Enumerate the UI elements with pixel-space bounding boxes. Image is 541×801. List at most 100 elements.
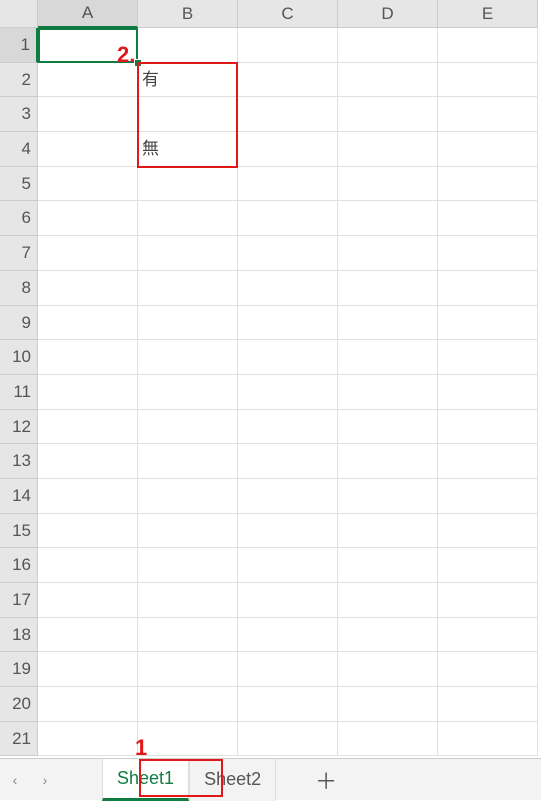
cell-D16[interactable] [338, 548, 438, 583]
cell-C20[interactable] [238, 687, 338, 722]
cell-E20[interactable] [438, 687, 538, 722]
cell-E6[interactable] [438, 201, 538, 236]
cell-A9[interactable] [38, 306, 138, 341]
cell-A18[interactable] [38, 618, 138, 653]
cell-D14[interactable] [338, 479, 438, 514]
cell-A16[interactable] [38, 548, 138, 583]
cell-C16[interactable] [238, 548, 338, 583]
cell-D9[interactable] [338, 306, 438, 341]
cell-C3[interactable] [238, 97, 338, 132]
cell-A12[interactable] [38, 410, 138, 445]
tab-sheet1[interactable]: Sheet1 [102, 759, 189, 801]
cell-E8[interactable] [438, 271, 538, 306]
cell-B3[interactable] [138, 97, 238, 132]
row-header-2[interactable]: 2 [0, 63, 38, 98]
cell-B10[interactable] [138, 340, 238, 375]
cell-D2[interactable] [338, 63, 438, 98]
cell-C2[interactable] [238, 63, 338, 98]
add-sheet-button[interactable]: ＋ [306, 759, 346, 801]
cell-A17[interactable] [38, 583, 138, 618]
cell-D7[interactable] [338, 236, 438, 271]
row-header-5[interactable]: 5 [0, 167, 38, 202]
cell-A4[interactable] [38, 132, 138, 167]
row-header-4[interactable]: 4 [0, 132, 38, 167]
fill-handle[interactable] [134, 59, 142, 67]
cell-E1[interactable] [438, 28, 538, 63]
cell-C17[interactable] [238, 583, 338, 618]
cell-C4[interactable] [238, 132, 338, 167]
cell-B4[interactable]: 無 [138, 132, 238, 167]
cell-D17[interactable] [338, 583, 438, 618]
cell-B5[interactable] [138, 167, 238, 202]
select-all-corner[interactable] [0, 0, 38, 28]
cell-A11[interactable] [38, 375, 138, 410]
cell-A6[interactable] [38, 201, 138, 236]
row-header-19[interactable]: 19 [0, 652, 38, 687]
row-header-12[interactable]: 12 [0, 410, 38, 445]
cell-E12[interactable] [438, 410, 538, 445]
cell-A14[interactable] [38, 479, 138, 514]
cell-B8[interactable] [138, 271, 238, 306]
row-header-14[interactable]: 14 [0, 479, 38, 514]
cell-A20[interactable] [38, 687, 138, 722]
cell-A3[interactable] [38, 97, 138, 132]
cell-E17[interactable] [438, 583, 538, 618]
cell-C1[interactable] [238, 28, 338, 63]
cell-E4[interactable] [438, 132, 538, 167]
cell-E16[interactable] [438, 548, 538, 583]
cell-E13[interactable] [438, 444, 538, 479]
cell-E18[interactable] [438, 618, 538, 653]
row-header-21[interactable]: 21 [0, 722, 38, 757]
cell-C10[interactable] [238, 340, 338, 375]
row-header-6[interactable]: 6 [0, 201, 38, 236]
cell-E5[interactable] [438, 167, 538, 202]
cell-C5[interactable] [238, 167, 338, 202]
prev-sheet-button[interactable]: ‹ [0, 759, 30, 801]
cell-E3[interactable] [438, 97, 538, 132]
cell-C6[interactable] [238, 201, 338, 236]
cell-C13[interactable] [238, 444, 338, 479]
cell-B17[interactable] [138, 583, 238, 618]
cell-C15[interactable] [238, 514, 338, 549]
cell-A1[interactable] [38, 28, 138, 63]
row-header-3[interactable]: 3 [0, 97, 38, 132]
cell-E21[interactable] [438, 722, 538, 757]
tab-sheet2[interactable]: Sheet2 [189, 759, 276, 801]
cell-A2[interactable] [38, 63, 138, 98]
row-header-13[interactable]: 13 [0, 444, 38, 479]
cell-B20[interactable] [138, 687, 238, 722]
row-header-9[interactable]: 9 [0, 306, 38, 341]
cell-C18[interactable] [238, 618, 338, 653]
cell-A15[interactable] [38, 514, 138, 549]
cell-D11[interactable] [338, 375, 438, 410]
cell-B12[interactable] [138, 410, 238, 445]
row-header-16[interactable]: 16 [0, 548, 38, 583]
row-header-11[interactable]: 11 [0, 375, 38, 410]
cell-C14[interactable] [238, 479, 338, 514]
cell-E15[interactable] [438, 514, 538, 549]
cell-B1[interactable] [138, 28, 238, 63]
cell-D6[interactable] [338, 201, 438, 236]
cell-B15[interactable] [138, 514, 238, 549]
cell-B7[interactable] [138, 236, 238, 271]
cell-C9[interactable] [238, 306, 338, 341]
cell-A13[interactable] [38, 444, 138, 479]
cell-D10[interactable] [338, 340, 438, 375]
cell-A21[interactable] [38, 722, 138, 757]
cell-B9[interactable] [138, 306, 238, 341]
cell-D15[interactable] [338, 514, 438, 549]
cell-D1[interactable] [338, 28, 438, 63]
cell-C12[interactable] [238, 410, 338, 445]
row-header-10[interactable]: 10 [0, 340, 38, 375]
cell-A7[interactable] [38, 236, 138, 271]
cell-D13[interactable] [338, 444, 438, 479]
row-header-15[interactable]: 15 [0, 514, 38, 549]
row-header-20[interactable]: 20 [0, 687, 38, 722]
cell-D4[interactable] [338, 132, 438, 167]
row-header-1[interactable]: 1 [0, 28, 38, 63]
cell-A10[interactable] [38, 340, 138, 375]
cell-E7[interactable] [438, 236, 538, 271]
col-header-A[interactable]: A [38, 0, 138, 28]
cell-C11[interactable] [238, 375, 338, 410]
cell-A19[interactable] [38, 652, 138, 687]
